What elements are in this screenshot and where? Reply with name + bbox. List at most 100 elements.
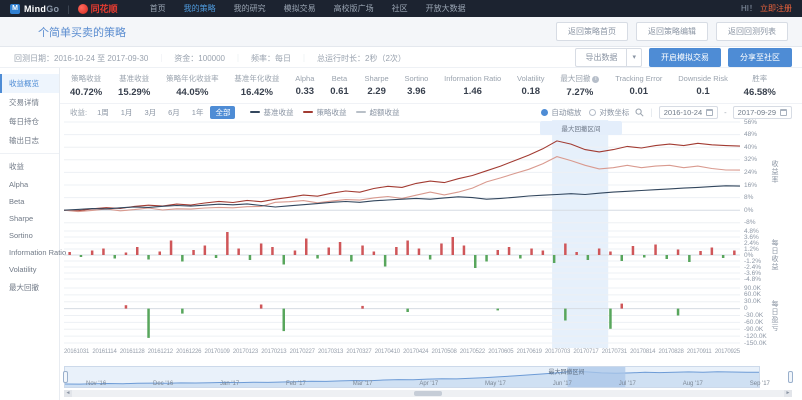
metric-label: Beta <box>330 74 349 83</box>
legend-item[interactable]: 策略收益 <box>303 107 346 118</box>
zoom-reset-icon[interactable] <box>635 108 644 117</box>
x-tick-label: 20170828 <box>659 349 684 355</box>
metric-value: 40.72% <box>70 87 102 98</box>
nav-item[interactable]: 开放大数据 <box>426 3 466 14</box>
metric-value: 16.42% <box>234 87 279 98</box>
chart-legend: 基准收益策略收益超额收益 <box>250 107 399 118</box>
x-tick-label: 20170213 <box>261 349 286 355</box>
metric-label: Sharpe <box>365 74 389 83</box>
sidebar-item[interactable]: Beta <box>0 193 59 210</box>
range-chip[interactable]: 1周 <box>92 106 114 119</box>
x-tick-label: 20170605 <box>488 349 513 355</box>
y-axis-title: 每日盈亏 <box>769 300 779 332</box>
sidebar-item[interactable]: Information Ratio <box>0 244 59 261</box>
param-item: 回测日期：2016-10-24 至 2017-09-30 <box>14 54 148 63</box>
share-to-community-button[interactable]: 分享至社区 <box>728 48 792 67</box>
date-to-value: 2017-09-29 <box>738 108 776 117</box>
navigator-left-handle[interactable] <box>63 371 68 383</box>
horizontal-scrollbar[interactable]: ◄ ► <box>64 390 792 397</box>
x-tick-label: 20170522 <box>460 349 485 355</box>
sidebar-item[interactable]: Volatility <box>0 261 59 278</box>
navigator-month-label: Nov '16 <box>86 381 106 387</box>
scroll-left-arrow-icon[interactable]: ◄ <box>64 390 72 397</box>
separator: | <box>650 107 652 117</box>
range-chip[interactable]: 6月 <box>163 106 185 119</box>
sidebar: 收益概览交易详情每日持仓输出日志收益AlphaBetaSharpeSortino… <box>0 68 60 400</box>
info-icon[interactable]: i <box>592 76 599 83</box>
scroll-right-arrow-icon[interactable]: ► <box>784 390 792 397</box>
metric: Sortino3.96 <box>405 74 429 97</box>
sidebar-item[interactable]: 收益概览 <box>0 74 59 93</box>
navigator-drawdown-label: 最大回撤区间 <box>549 367 585 376</box>
metric-value: 2.29 <box>365 86 389 97</box>
metric: 最大回撤i7.27% <box>560 73 599 98</box>
header-back-button[interactable]: 返回策略编辑 <box>636 22 708 41</box>
navigator-month-label: Aug '17 <box>683 381 703 387</box>
legend-item[interactable]: 基准收益 <box>250 107 293 118</box>
date-from-input[interactable]: 2016-10-24 <box>659 106 718 119</box>
range-chip[interactable]: 3月 <box>139 106 161 119</box>
header-back-button[interactable]: 返回回测列表 <box>716 22 788 41</box>
x-tick-label: 20170814 <box>630 349 655 355</box>
chart-option-checkbox[interactable]: 对数坐标 <box>589 107 629 118</box>
nav-item[interactable]: 我的研究 <box>234 3 266 14</box>
sidebar-item[interactable]: 交易详情 <box>0 93 59 112</box>
nav-item[interactable]: 高校版广场 <box>334 3 374 14</box>
metric-value: 3.96 <box>405 86 429 97</box>
metric-value: 15.29% <box>118 87 150 98</box>
x-tick-label: 20170731 <box>602 349 627 355</box>
sidebar-item[interactable]: 输出日志 <box>0 131 59 150</box>
chart-navigator[interactable]: 最大回撤区间 Nov '16Dec '16Jan '17Feb '17Mar '… <box>64 366 792 388</box>
chart-controls-right: 自动缩放对数坐标 | 2016-10-24 - 2017-09-29 <box>541 106 792 119</box>
mindgo-logo-icon: M <box>10 4 20 14</box>
scrollbar-thumb[interactable] <box>414 391 442 396</box>
navigator-month-label: Sep '17 <box>750 381 770 387</box>
navigator-month-labels: Nov '16Dec '16Jan '17Feb '17Mar '17Apr '… <box>64 381 792 387</box>
sidebar-item[interactable]: 每日持仓 <box>0 112 59 131</box>
navigator-right-handle[interactable] <box>788 371 793 383</box>
metric-value: 44.05% <box>166 87 219 98</box>
legend-item[interactable]: 超额收益 <box>356 107 399 118</box>
sidebar-item[interactable]: Sharpe <box>0 210 59 227</box>
nav-menu: 首页 我的策略 我的研究 模拟交易 高校版广场 社区 开放大数据 <box>150 3 466 14</box>
export-caret-icon[interactable]: ▾ <box>627 48 642 67</box>
main-chart[interactable] <box>64 120 740 348</box>
chart-option-checkbox[interactable]: 自动缩放 <box>541 107 581 118</box>
sidebar-item[interactable]: Alpha <box>0 176 59 193</box>
y-axis-title: 收益率 <box>769 160 779 184</box>
legend-dash-icon <box>250 111 260 113</box>
chart-checkboxes: 自动缩放对数坐标 <box>541 107 629 118</box>
nav-item[interactable]: 我的策略 <box>184 3 216 14</box>
sidebar-item[interactable]: Sortino <box>0 227 59 244</box>
start-sim-trade-button[interactable]: 开启模拟交易 <box>649 48 721 67</box>
chart-controls: 收益: 1周1月3月6月1年全部 基准收益策略收益超额收益 自动缩放对数坐标 |… <box>60 104 802 120</box>
nav-item[interactable]: 社区 <box>392 3 408 14</box>
greeting-text: HI！ <box>741 3 757 14</box>
metric-value: 1.46 <box>444 86 501 97</box>
range-chip[interactable]: 全部 <box>210 106 235 119</box>
y-tick-label: 40% <box>744 144 757 151</box>
sidebar-item[interactable]: 最大回撤 <box>0 278 59 297</box>
x-tick-label: 20161212 <box>148 349 173 355</box>
range-chip[interactable]: 1年 <box>187 106 209 119</box>
register-link[interactable]: 立即注册 <box>760 3 792 14</box>
sidebar-item[interactable]: 收益 <box>0 157 59 176</box>
drawdown-band-tooltip: 最大回撤区间 <box>540 121 622 135</box>
navigator-month-label: Apr '17 <box>419 381 438 387</box>
navigator-month-label: May '17 <box>485 381 506 387</box>
brand-mindgo[interactable]: MindGo <box>24 4 59 14</box>
calendar-icon <box>780 109 787 116</box>
brand-tonghuashun[interactable]: 同花顺 <box>91 2 118 15</box>
nav-item[interactable]: 模拟交易 <box>284 3 316 14</box>
scrollbar-track[interactable] <box>72 390 784 397</box>
date-to-input[interactable]: 2017-09-29 <box>733 106 792 119</box>
export-button[interactable]: 导出数据 <box>575 48 627 67</box>
main-panel: 策略收益40.72%基准收益15.29%策略年化收益率44.05%基准年化收益1… <box>60 68 802 400</box>
nav-item[interactable]: 首页 <box>150 3 166 14</box>
header-back-button[interactable]: 返回策略首页 <box>556 22 628 41</box>
metric-label: 最大回撤i <box>560 73 599 84</box>
legend-label: 基准收益 <box>263 107 293 118</box>
range-chip[interactable]: 1月 <box>116 106 138 119</box>
x-tick-label: 20170717 <box>573 349 598 355</box>
metric-value: 0.18 <box>517 86 545 97</box>
